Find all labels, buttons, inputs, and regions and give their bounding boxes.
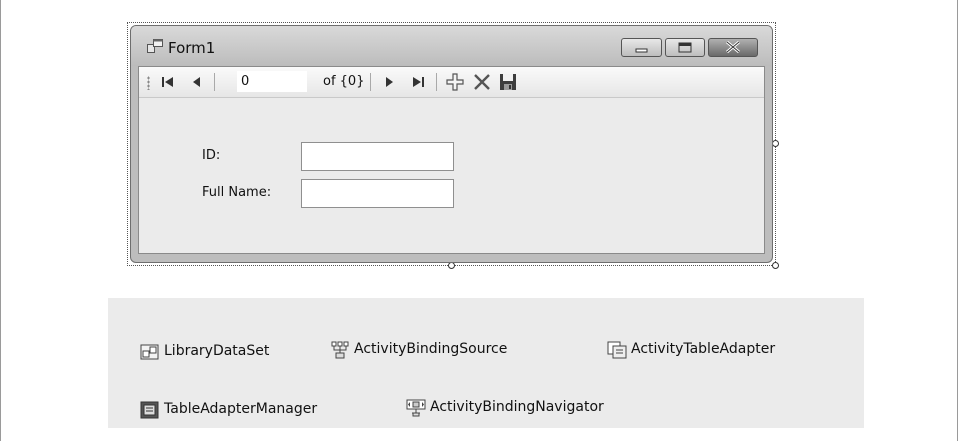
maximize-button[interactable] xyxy=(665,38,705,57)
tray-item-label: ActivityBindingNavigator xyxy=(430,399,604,415)
delete-icon[interactable] xyxy=(471,71,493,93)
window-title: Form1 xyxy=(168,39,216,57)
close-button[interactable] xyxy=(708,38,758,57)
toolbar-separator xyxy=(370,73,371,91)
move-previous-icon[interactable] xyxy=(186,71,208,93)
toolbar-separator xyxy=(214,73,215,91)
toolbar-grip[interactable] xyxy=(147,76,150,90)
resize-handle-right[interactable] xyxy=(772,140,779,147)
save-icon[interactable] xyxy=(497,71,519,93)
minimize-icon xyxy=(635,48,648,53)
resize-handle-bottom-right[interactable] xyxy=(772,262,779,269)
id-field[interactable] xyxy=(301,142,454,171)
minimize-button[interactable] xyxy=(621,38,662,57)
resize-handle-bottom[interactable] xyxy=(448,262,455,269)
binding-navigator-icon xyxy=(406,399,426,417)
tray-item-label: LibraryDataSet xyxy=(164,343,270,359)
dataset-icon xyxy=(140,344,159,360)
maximize-icon xyxy=(678,42,692,53)
title-bar[interactable]: Form1 xyxy=(131,26,772,66)
table-adapter-icon xyxy=(607,341,627,359)
binding-source-icon xyxy=(331,341,349,359)
table-adapter-manager-icon xyxy=(140,401,159,419)
toolbar-separator xyxy=(436,73,437,91)
component-tray: LibraryDataSet ActivityBindingSource Act… xyxy=(108,298,864,428)
form-icon xyxy=(147,39,163,53)
canvas-left-border xyxy=(0,0,1,441)
form-client-area: of {0} ID: Full xyxy=(138,66,765,254)
add-new-icon[interactable] xyxy=(444,71,466,93)
id-label: ID: xyxy=(202,148,221,163)
move-next-icon[interactable] xyxy=(378,71,400,93)
position-input[interactable] xyxy=(237,71,307,92)
window-buttons xyxy=(621,38,759,58)
full-name-field[interactable] xyxy=(301,179,454,208)
tray-item-label: TableAdapterManager xyxy=(164,401,318,417)
full-name-label: Full Name: xyxy=(202,185,272,200)
form-window[interactable]: Form1 0 of {0} ID: Full Name: xyxy=(130,25,773,263)
binding-navigator-toolbar: of {0} xyxy=(139,67,764,98)
tray-item-label: ActivityBindingSource xyxy=(354,341,508,357)
move-first-icon[interactable] xyxy=(157,71,179,93)
move-last-icon[interactable] xyxy=(407,71,429,93)
tray-item-label: ActivityTableAdapter xyxy=(631,341,776,357)
count-label: of {0} xyxy=(323,74,365,89)
close-icon xyxy=(726,40,740,54)
